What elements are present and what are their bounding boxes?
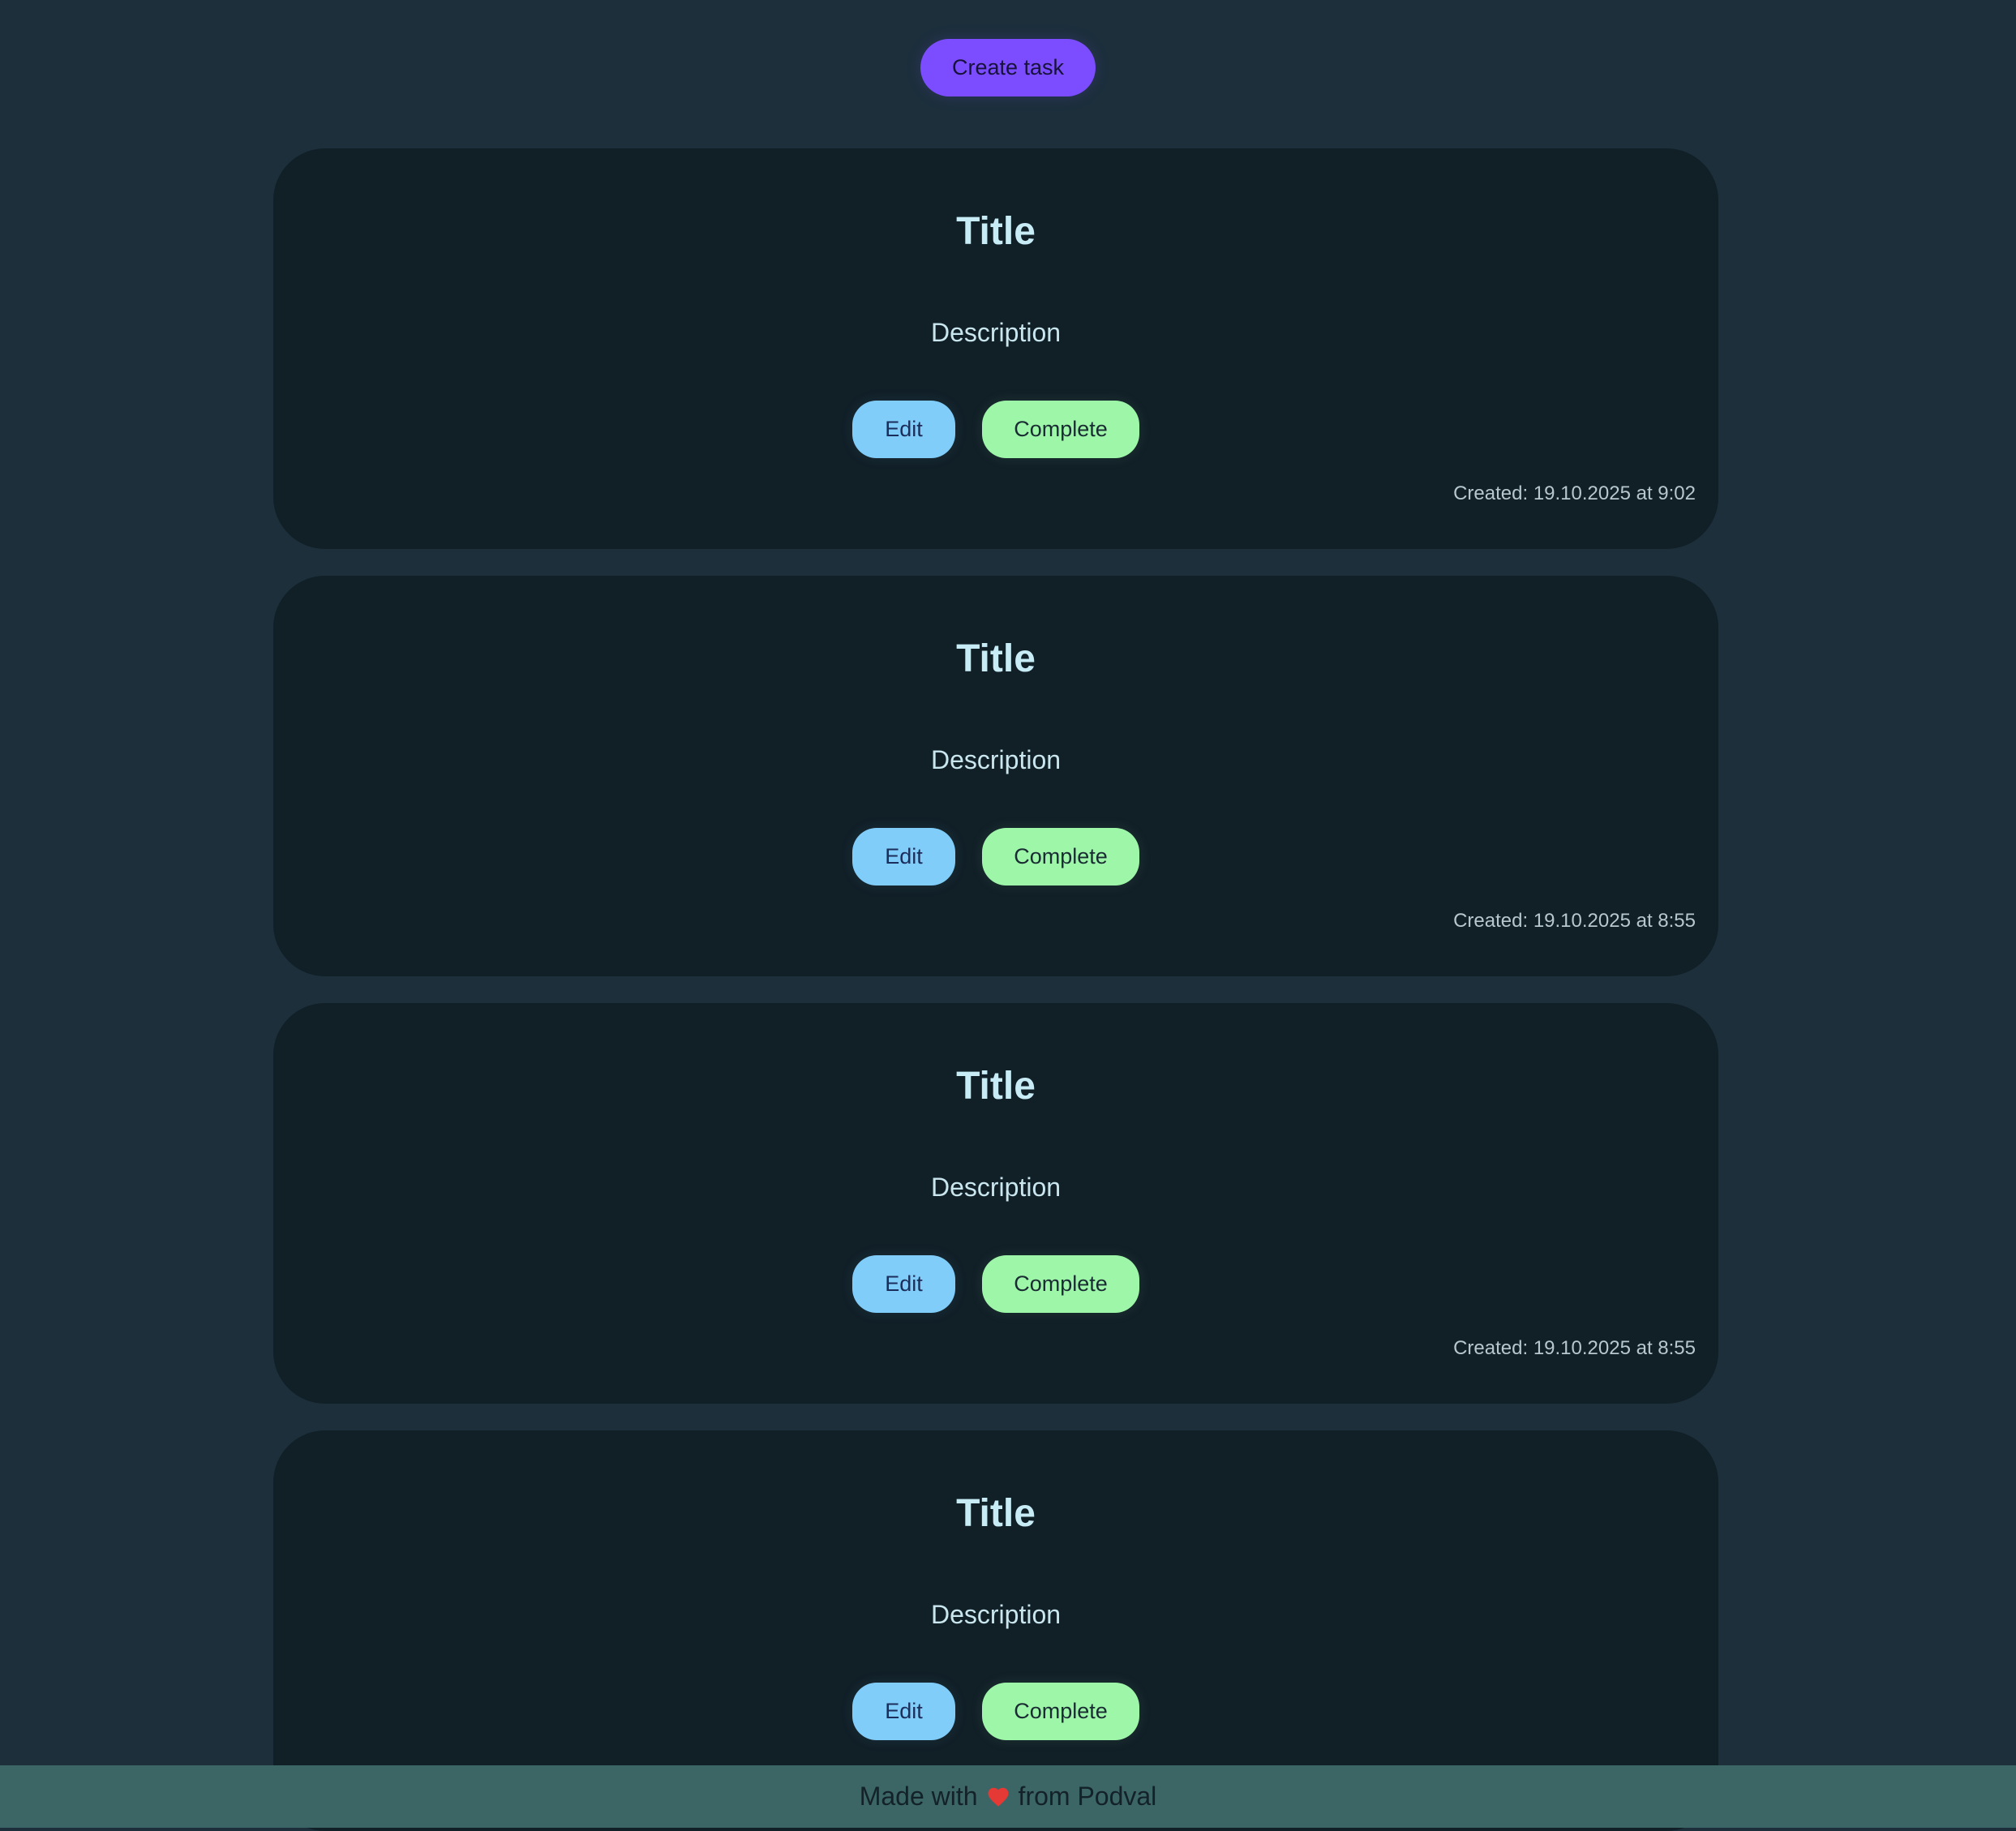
edit-button[interactable]: Edit xyxy=(852,1683,955,1740)
footer-prefix: Made with xyxy=(859,1782,978,1811)
task-title: Title xyxy=(956,637,1036,680)
complete-button[interactable]: Complete xyxy=(982,1683,1139,1740)
heart-icon xyxy=(986,1785,1010,1809)
task-actions: Edit Complete xyxy=(273,401,1718,458)
edit-button[interactable]: Edit xyxy=(852,1255,955,1313)
task-card: Title Description Edit Complete Created:… xyxy=(273,576,1718,976)
create-task-button[interactable]: Create task xyxy=(920,39,1096,96)
footer: Made with from Podval xyxy=(0,1765,2016,1828)
task-created-timestamp: Created: 19.10.2025 at 9:02 xyxy=(1453,482,1696,504)
task-title: Title xyxy=(956,1065,1036,1108)
complete-button[interactable]: Complete xyxy=(982,1255,1139,1313)
complete-button[interactable]: Complete xyxy=(982,401,1139,458)
task-actions: Edit Complete xyxy=(273,1683,1718,1740)
complete-button[interactable]: Complete xyxy=(982,828,1139,885)
task-actions: Edit Complete xyxy=(273,828,1718,885)
task-card: Title Description Edit Complete Created:… xyxy=(273,148,1718,549)
task-description: Description xyxy=(930,1173,1062,1202)
task-card: Title Description Edit Complete Created:… xyxy=(273,1003,1718,1404)
top-bar: Create task xyxy=(0,39,2016,96)
task-title: Title xyxy=(956,210,1036,253)
task-description: Description xyxy=(930,1600,1062,1629)
task-created-timestamp: Created: 19.10.2025 at 8:55 xyxy=(1453,1337,1696,1359)
task-actions: Edit Complete xyxy=(273,1255,1718,1313)
task-description: Description xyxy=(930,745,1062,774)
task-created-timestamp: Created: 19.10.2025 at 8:55 xyxy=(1453,910,1696,932)
task-list: Title Description Edit Complete Created:… xyxy=(273,148,1718,1831)
edit-button[interactable]: Edit xyxy=(852,401,955,458)
edit-button[interactable]: Edit xyxy=(852,828,955,885)
task-description: Description xyxy=(930,318,1062,347)
task-title: Title xyxy=(956,1492,1036,1535)
footer-suffix: from Podval xyxy=(1018,1782,1157,1811)
